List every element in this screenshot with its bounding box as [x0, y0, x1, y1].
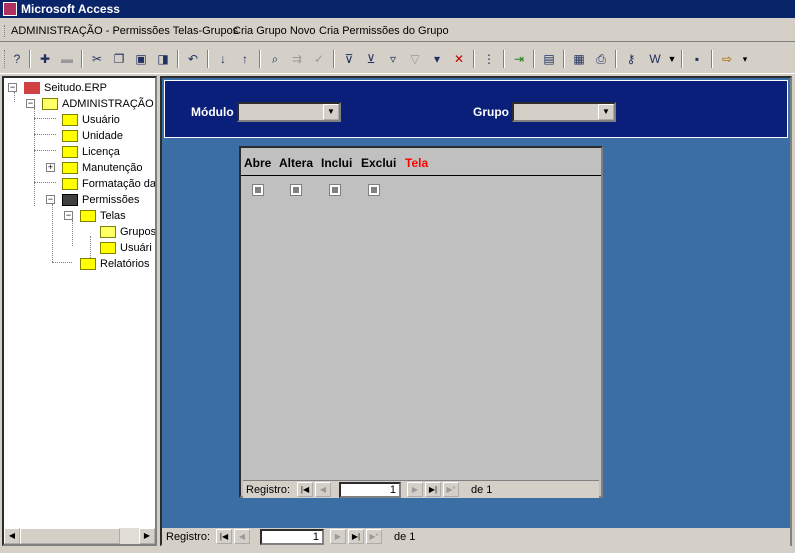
subform-header: Abre Altera Inclui Exclui Tela [241, 148, 601, 176]
window-title: Microsoft Access [21, 2, 120, 16]
col-exclui: Exclui [361, 156, 397, 170]
grupo-label: Grupo [473, 105, 509, 119]
scroll-right-icon[interactable]: ▶ [139, 528, 155, 544]
spelling-icon[interactable]: ✓ [310, 50, 328, 68]
col-altera: Altera [279, 156, 314, 170]
access-app-icon [3, 2, 17, 16]
menu-item-permissoes-telas-grupos[interactable]: ADMINISTRAÇÃO - Permissões Telas-Grupos [8, 20, 241, 42]
save-icon[interactable]: ▪ [688, 50, 706, 68]
toolbar: ? ✚ ▬ ✂ ❐ ▣ ◨ ↶ ↓ ↑ ⌕ ⇉ ✓ ⊽ ⊻ ▿ ▽ ▾ ✕ ⋮ … [0, 44, 795, 74]
folder-open-icon [100, 226, 116, 238]
tree-horizontal-scrollbar[interactable]: ◀ ▶ [4, 528, 155, 544]
delete-record-icon[interactable]: ▬ [58, 50, 76, 68]
exclui-checkbox[interactable] [368, 184, 380, 196]
sort-ascending-icon[interactable]: ↓ [214, 50, 232, 68]
folder-open-icon [42, 98, 58, 110]
record-label: Registro: [166, 531, 211, 543]
grupo-combo[interactable]: ▼ [512, 102, 616, 122]
import-icon[interactable]: ⇥ [510, 50, 528, 68]
inclui-checkbox[interactable] [329, 184, 341, 196]
folder-icon [62, 178, 78, 190]
sort-descending-icon[interactable]: ↑ [236, 50, 254, 68]
next-record-icon[interactable]: ▶ [330, 529, 346, 544]
first-record-icon[interactable]: |◀ [216, 529, 232, 544]
previous-record-icon[interactable]: ◀ [234, 529, 250, 544]
folder-icon [62, 114, 78, 126]
subform-record-navigator: Registro: |◀ ◀ 1 ▶ ▶| ▶* de 1 [243, 480, 599, 498]
database-window-icon[interactable]: ▦ [570, 50, 588, 68]
cut-icon[interactable]: ✂ [88, 50, 106, 68]
collapse-icon[interactable]: − [8, 83, 17, 92]
next-record-icon[interactable]: ▶ [407, 482, 423, 497]
folder-icon [80, 258, 96, 270]
undo-icon[interactable]: ↶ [184, 50, 202, 68]
first-record-icon[interactable]: |◀ [297, 482, 313, 497]
form-detail-area: Módulo ▼ Grupo ▼ Abre Altera Inclui Excl… [160, 76, 792, 546]
advanced-filter-icon[interactable]: ▽ [406, 50, 424, 68]
exit-icon[interactable]: ⇨ [718, 50, 736, 68]
clear-filter-icon[interactable]: ✕ [450, 50, 468, 68]
menu-grip[interactable] [4, 25, 6, 37]
record-number-field[interactable]: 1 [260, 529, 324, 545]
col-tela: Tela [405, 156, 429, 170]
chevron-down-icon[interactable]: ▼ [598, 104, 614, 120]
permissions-subform: Abre Altera Inclui Exclui Tela Registro:… [239, 146, 603, 498]
folder-icon [62, 162, 78, 174]
menu-bar: ADMINISTRAÇÃO - Permissões Telas-Grupos … [0, 20, 795, 42]
abre-checkbox[interactable] [252, 184, 264, 196]
apply-filter-icon[interactable]: ▿ [384, 50, 402, 68]
collapse-icon[interactable]: − [46, 195, 55, 204]
help-icon[interactable]: ? [8, 50, 26, 68]
main-record-navigator: Registro: |◀ ◀ 1 ▶ ▶| ▶* de 1 [162, 528, 790, 546]
object-list-icon[interactable]: ⋮ [480, 50, 498, 68]
title-bar: Microsoft Access [0, 0, 795, 18]
record-count: de 1 [394, 531, 416, 543]
properties-icon[interactable]: ▤ [540, 50, 558, 68]
find-next-icon[interactable]: ⇉ [288, 50, 306, 68]
navigation-tree[interactable]: − Seitudo.ERP − ADMINISTRAÇÃO Usuário Un… [2, 76, 157, 546]
copy-icon[interactable]: ❐ [110, 50, 128, 68]
last-record-icon[interactable]: ▶| [348, 529, 364, 544]
toolbar-options-icon[interactable]: ▾ [740, 50, 750, 68]
folder-icon [80, 210, 96, 222]
new-record-nav-icon[interactable]: ▶* [366, 529, 382, 544]
modulo-combo[interactable]: ▼ [237, 102, 341, 122]
menu-item-cria-permissoes-grupo[interactable]: Cria Permissões do Grupo [316, 20, 452, 42]
key-icon[interactable]: ⚷ [622, 50, 640, 68]
find-icon[interactable]: ⌕ [266, 50, 284, 68]
menu-item-cria-grupo-novo[interactable]: Cria Grupo Novo [230, 20, 319, 42]
folder-icon [62, 130, 78, 142]
col-inclui: Inclui [321, 156, 353, 170]
word-icon[interactable]: W [646, 50, 664, 68]
modulo-label: Módulo [191, 105, 234, 119]
print-icon[interactable]: ⎙ [592, 50, 610, 68]
remove-filter-icon[interactable]: ▾ [428, 50, 446, 68]
folder-icon [62, 146, 78, 158]
form-header: Módulo ▼ Grupo ▼ [164, 80, 788, 138]
record-label: Registro: [246, 484, 291, 496]
new-record-nav-icon[interactable]: ▶* [443, 482, 459, 497]
col-abre: Abre [244, 156, 272, 170]
chevron-down-icon[interactable]: ▼ [323, 104, 339, 120]
record-count: de 1 [471, 484, 493, 496]
collapse-icon[interactable]: − [64, 211, 73, 220]
scroll-left-icon[interactable]: ◀ [4, 528, 20, 544]
folder-icon [100, 242, 116, 254]
record-number-field[interactable]: 1 [339, 482, 401, 498]
paste-icon[interactable]: ▣ [132, 50, 150, 68]
format-painter-icon[interactable]: ◨ [154, 50, 172, 68]
app-icon [24, 82, 40, 94]
filter-by-form-icon[interactable]: ⊻ [362, 50, 380, 68]
toolbar-grip[interactable] [4, 50, 6, 68]
new-record-icon[interactable]: ✚ [36, 50, 54, 68]
scroll-thumb[interactable] [20, 528, 120, 544]
altera-checkbox[interactable] [290, 184, 302, 196]
expand-icon[interactable]: + [46, 163, 55, 172]
collapse-icon[interactable]: − [26, 99, 35, 108]
last-record-icon[interactable]: ▶| [425, 482, 441, 497]
previous-record-icon[interactable]: ◀ [315, 482, 331, 497]
dropdown-arrow-icon[interactable]: ▼ [667, 50, 677, 68]
permissions-icon [62, 194, 78, 206]
filter-by-selection-icon[interactable]: ⊽ [340, 50, 358, 68]
